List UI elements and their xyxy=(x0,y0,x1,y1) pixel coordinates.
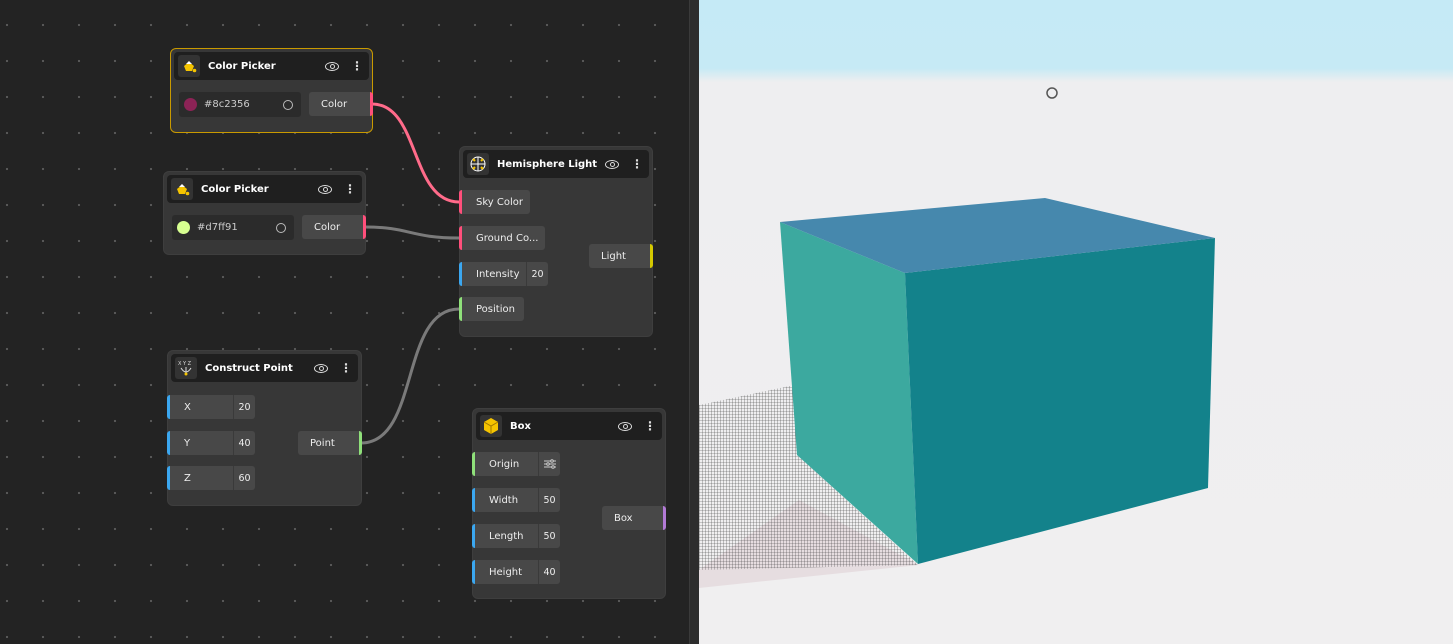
input-label: Ground Co... xyxy=(476,232,539,244)
input-z[interactable]: Z 60 xyxy=(167,466,255,490)
input-ground-color[interactable]: Ground Co... xyxy=(459,226,545,250)
input-label: Origin xyxy=(489,458,520,470)
more-options-icon[interactable]: ⋮ xyxy=(344,183,356,195)
wire-ground-color xyxy=(364,225,460,240)
output-point[interactable]: Point xyxy=(298,431,362,455)
output-label: Color xyxy=(321,98,348,110)
scene xyxy=(699,87,1215,588)
output-color[interactable]: Color xyxy=(302,215,366,239)
input-label: Length xyxy=(489,530,524,542)
hemisphere-light-icon xyxy=(467,153,489,175)
color-picker-node-2[interactable]: Color Picker ⋮ #d7ff91 Color xyxy=(163,171,366,255)
input-label: Width xyxy=(489,494,519,506)
color-input[interactable]: #8c2356 xyxy=(179,92,301,117)
output-label: Color xyxy=(314,221,341,233)
node-title: Color Picker xyxy=(208,60,276,72)
input-label: Z xyxy=(184,472,191,484)
input-label: Position xyxy=(476,303,515,315)
paint-bucket-icon xyxy=(178,55,200,77)
box-node[interactable]: Box ⋮ Origin Width 50 Length 50 Height 40 B… xyxy=(472,408,666,599)
output-color[interactable]: Color xyxy=(309,92,373,116)
wire-position xyxy=(360,307,460,445)
eye-icon[interactable] xyxy=(314,363,328,373)
height-value[interactable]: 40 xyxy=(538,560,560,584)
construct-point-node[interactable]: X Y Z Construct Point ⋮ X 20 Y 40 Z 60 Poin… xyxy=(167,350,362,506)
input-origin[interactable]: Origin xyxy=(472,452,560,476)
color-swatch[interactable] xyxy=(177,221,190,234)
input-label: Y xyxy=(184,437,191,449)
node-header[interactable]: Color Picker ⋮ xyxy=(174,52,369,80)
paint-bucket-icon xyxy=(171,178,193,200)
cube-icon xyxy=(480,415,502,437)
eyedropper-target-icon[interactable] xyxy=(283,99,293,110)
more-options-icon[interactable]: ⋮ xyxy=(644,420,656,432)
more-options-icon[interactable]: ⋮ xyxy=(340,362,352,374)
length-value[interactable]: 50 xyxy=(538,524,560,548)
output-box[interactable]: Box xyxy=(602,506,666,530)
wire-sky-color xyxy=(371,102,460,204)
sliders-icon[interactable] xyxy=(538,452,560,476)
input-length[interactable]: Length 50 xyxy=(472,524,560,548)
node-header[interactable]: Color Picker ⋮ xyxy=(167,175,362,203)
input-label: Sky Color xyxy=(476,196,523,208)
eyedropper-target-icon[interactable] xyxy=(276,222,286,233)
node-title: Construct Point xyxy=(205,362,293,374)
node-header[interactable]: Hemisphere Light ⋮ xyxy=(463,150,649,178)
eye-icon[interactable] xyxy=(605,159,619,169)
input-label: X xyxy=(184,401,191,413)
cube-right-face xyxy=(905,238,1215,564)
output-label: Light xyxy=(601,250,626,262)
input-sky-color[interactable]: Sky Color xyxy=(459,190,530,214)
input-width[interactable]: Width 50 xyxy=(472,488,560,512)
input-label: Height xyxy=(489,566,523,578)
node-header[interactable]: Box ⋮ xyxy=(476,412,662,440)
more-options-icon[interactable]: ⋮ xyxy=(631,158,643,170)
color-swatch[interactable] xyxy=(184,98,197,111)
z-value[interactable]: 60 xyxy=(233,466,255,490)
input-x[interactable]: X 20 xyxy=(167,395,255,419)
color-value: #d7ff91 xyxy=(197,222,238,233)
input-intensity[interactable]: Intensity 20 xyxy=(459,262,548,286)
hemisphere-light-node[interactable]: Hemisphere Light ⋮ Sky Color Ground Co..… xyxy=(459,146,653,337)
3d-viewport[interactable] xyxy=(699,0,1453,644)
color-input[interactable]: #d7ff91 xyxy=(172,215,294,240)
svg-text:X Y Z: X Y Z xyxy=(178,361,192,367)
output-light[interactable]: Light xyxy=(589,244,653,268)
input-label: Intensity xyxy=(476,268,520,280)
panel-splitter[interactable] xyxy=(689,0,699,644)
output-label: Point xyxy=(310,437,335,449)
width-value[interactable]: 50 xyxy=(538,488,560,512)
input-position[interactable]: Position xyxy=(459,297,524,321)
color-value: #8c2356 xyxy=(204,99,250,110)
input-y[interactable]: Y 40 xyxy=(167,431,255,455)
node-title: Color Picker xyxy=(201,183,269,195)
eye-icon[interactable] xyxy=(325,61,339,71)
intensity-value[interactable]: 20 xyxy=(526,262,548,286)
input-height[interactable]: Height 40 xyxy=(472,560,560,584)
more-options-icon[interactable]: ⋮ xyxy=(351,60,363,72)
node-editor-canvas[interactable]: Color Picker ⋮ #8c2356 Color Color Picke… xyxy=(0,0,689,644)
color-picker-node-1[interactable]: Color Picker ⋮ #8c2356 Color xyxy=(170,48,373,133)
light-helper-icon xyxy=(1046,87,1058,99)
node-title: Box xyxy=(510,420,531,432)
y-value[interactable]: 40 xyxy=(233,431,255,455)
eye-icon[interactable] xyxy=(618,421,632,431)
eye-icon[interactable] xyxy=(318,184,332,194)
output-label: Box xyxy=(614,512,633,524)
x-value[interactable]: 20 xyxy=(233,395,255,419)
node-header[interactable]: X Y Z Construct Point ⋮ xyxy=(171,354,358,382)
node-title: Hemisphere Light xyxy=(497,158,598,170)
xyz-axes-icon: X Y Z xyxy=(175,357,197,379)
